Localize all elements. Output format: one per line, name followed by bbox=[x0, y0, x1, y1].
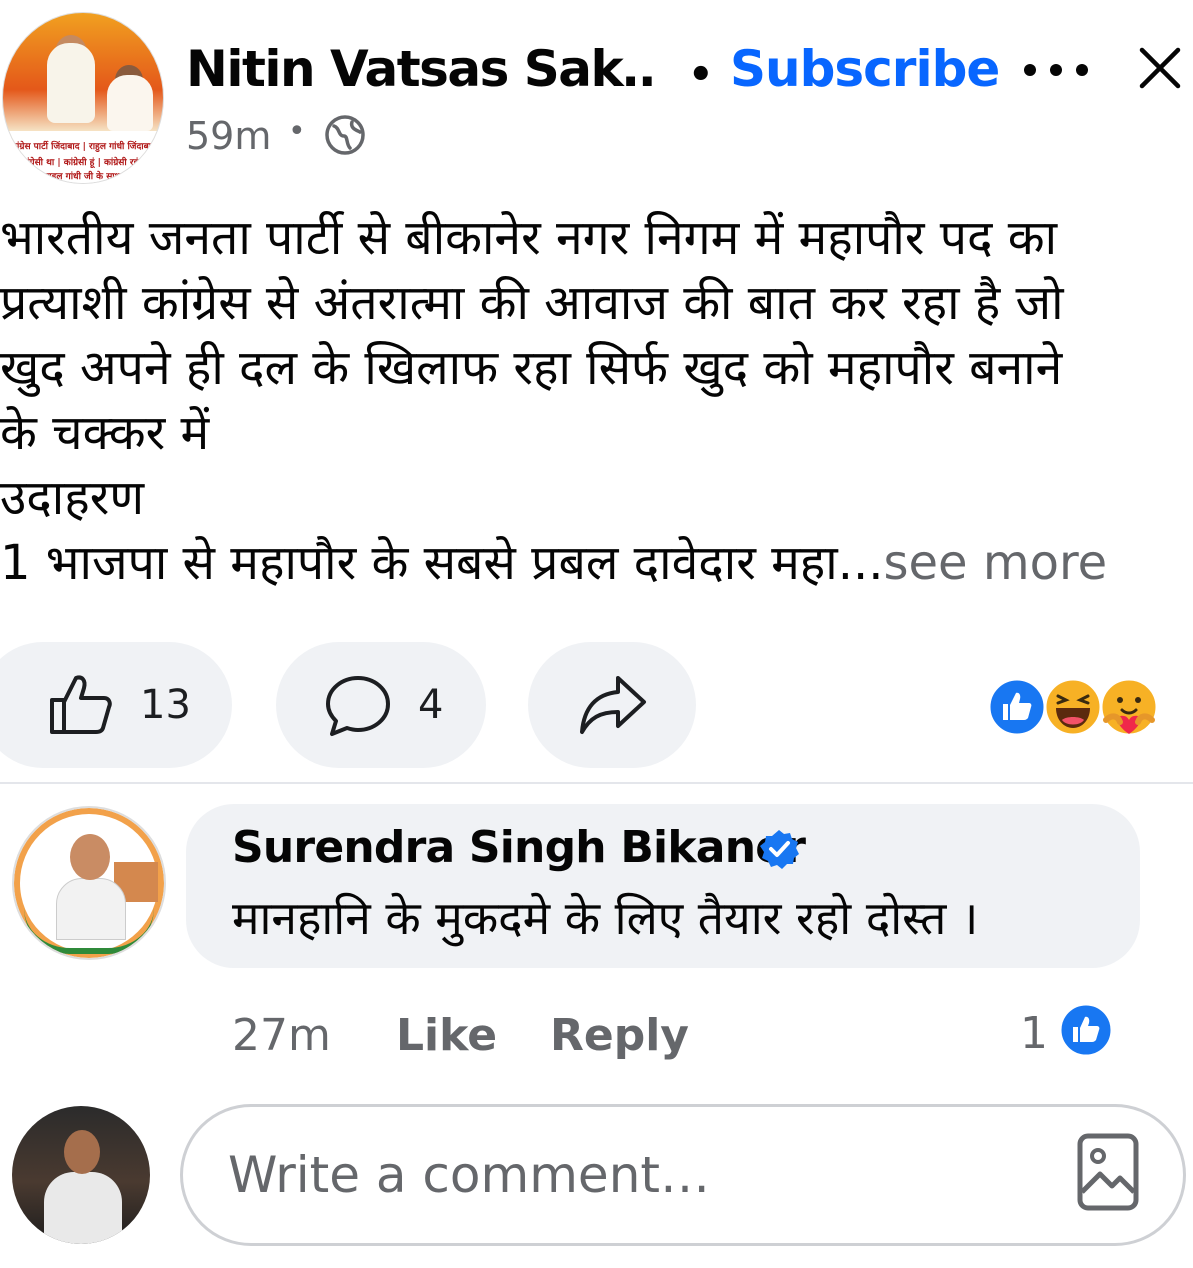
timestamp-separator: • bbox=[288, 114, 306, 149]
avatar-person-body-2 bbox=[107, 75, 153, 131]
comment-like-count[interactable]: 1 bbox=[1020, 1008, 1048, 1059]
commenter-avatar[interactable] bbox=[12, 806, 166, 960]
comment-reply-button[interactable]: Reply bbox=[550, 1010, 689, 1061]
close-icon[interactable] bbox=[1138, 46, 1182, 90]
commenter-name[interactable]: Surendra Singh Bikaner bbox=[232, 822, 806, 873]
comment-like-button[interactable]: Like bbox=[396, 1010, 497, 1061]
avatar-banner-line: राहुल गांधी जी के साथ bbox=[45, 172, 121, 182]
care-reaction-icon bbox=[1099, 677, 1159, 737]
more-dots-icon[interactable] bbox=[1022, 60, 1090, 80]
comment-input-placeholder: Write a comment… bbox=[228, 1146, 710, 1204]
separator-dot: • bbox=[688, 52, 714, 98]
see-more-link[interactable]: see more bbox=[883, 535, 1107, 591]
avatar-person-body bbox=[44, 1172, 122, 1244]
verified-badge-icon bbox=[760, 830, 799, 869]
photo-icon[interactable] bbox=[1076, 1132, 1140, 1212]
post-timestamp[interactable]: 59m bbox=[186, 114, 271, 158]
share-icon[interactable] bbox=[578, 674, 648, 736]
avatar-person-head bbox=[70, 834, 110, 880]
avatar-banner-line: कांग्रेसी था | कांग्रेसी हूं | कांग्रेसी… bbox=[20, 158, 146, 168]
comment-timestamp[interactable]: 27m bbox=[232, 1010, 331, 1061]
avatar-person-head bbox=[64, 1130, 100, 1174]
globe-icon bbox=[325, 115, 365, 155]
avatar-arc-graphic bbox=[24, 908, 154, 954]
page-avatar[interactable]: कांग्रेस पार्टी जिंदाबाद | राहुल गांधी ज… bbox=[2, 12, 164, 184]
comment-text: मानहानि के मुकदमे के लिए तैयार रहो दोस्त… bbox=[232, 891, 979, 945]
current-user-avatar[interactable] bbox=[12, 1106, 150, 1244]
like-reaction-icon bbox=[987, 677, 1047, 737]
laugh-reaction-icon bbox=[1043, 677, 1103, 737]
subscribe-button[interactable]: Subscribe bbox=[730, 40, 1000, 98]
reaction-icons[interactable] bbox=[986, 676, 1162, 738]
divider bbox=[0, 782, 1193, 784]
like-button[interactable] bbox=[0, 642, 232, 768]
thumbs-up-icon[interactable] bbox=[46, 670, 114, 738]
comment-icon[interactable] bbox=[324, 672, 392, 740]
comment-count: 4 bbox=[418, 682, 444, 728]
avatar-person-body bbox=[47, 43, 95, 123]
like-count: 13 bbox=[140, 682, 191, 728]
post-text: भारतीय जनता पार्टी से बीकानेर नगर निगम म… bbox=[0, 210, 1064, 591]
like-reaction-icon[interactable] bbox=[1058, 1002, 1114, 1058]
avatar-banner-line: कांग्रेस पार्टी जिंदाबाद | राहुल गांधी ज… bbox=[10, 142, 156, 152]
page-name[interactable]: Nitin Vatsas Sak… bbox=[186, 40, 656, 98]
post-body: भारतीय जनता पार्टी से बीकानेर नगर निगम म… bbox=[0, 206, 1193, 606]
